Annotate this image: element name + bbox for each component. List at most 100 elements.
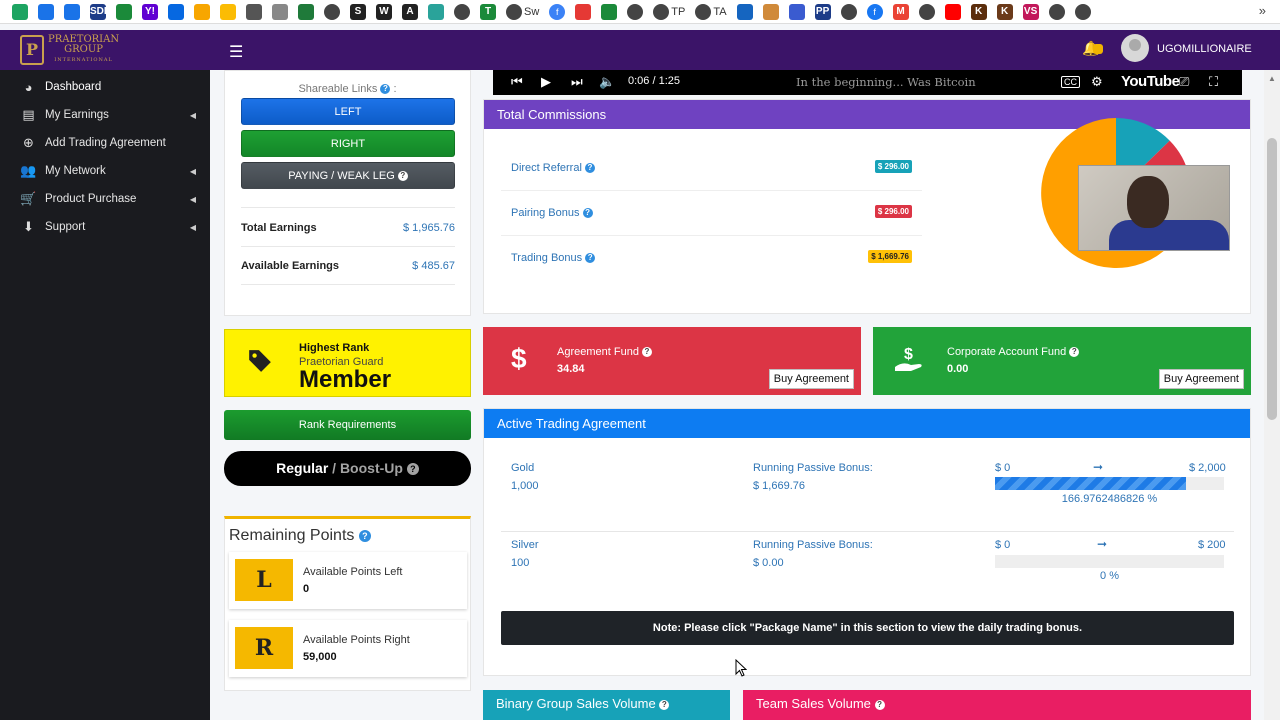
yahoo-icon[interactable]: Y! xyxy=(142,3,158,20)
running-bonus-value: $ 1,669.76 xyxy=(753,480,805,492)
globe-icon[interactable]: TA xyxy=(695,3,727,20)
drive-icon[interactable] xyxy=(12,3,28,20)
arrow-right-icon: ➞ xyxy=(1097,537,1108,551)
available-earnings-value: $ 485.67 xyxy=(412,260,455,272)
sidebar-item-dashboard[interactable]: ◕ Dashboard xyxy=(0,73,210,101)
buy-agreement-button[interactable]: Buy Agreement xyxy=(768,369,854,389)
pp-icon[interactable]: PP xyxy=(814,3,831,20)
globe-icon[interactable] xyxy=(324,3,340,20)
flower-icon[interactable] xyxy=(762,3,779,20)
next-icon[interactable]: ⏭ xyxy=(571,74,583,90)
right-link-button[interactable]: RIGHT xyxy=(241,130,455,157)
k-icon[interactable]: K xyxy=(970,3,987,20)
help-icon[interactable]: ? xyxy=(659,699,670,710)
trading-bonus-link[interactable]: Trading Bonus ? xyxy=(511,252,596,264)
photo-icon[interactable] xyxy=(428,3,444,20)
ads-icon[interactable] xyxy=(220,3,236,20)
globe-icon[interactable] xyxy=(1074,3,1091,20)
plus-green-icon[interactable] xyxy=(116,3,132,20)
layers-icon[interactable] xyxy=(246,3,262,20)
globe-icon[interactable] xyxy=(454,3,470,20)
running-bonus-label: Running Passive Bonus: xyxy=(753,539,873,551)
sidebar-item-label: Product Purchase xyxy=(45,193,137,205)
sidebar-item-product-purchase[interactable]: 🛒 Product Purchase ◀ xyxy=(0,185,210,213)
volume-icon[interactable]: 🔈 xyxy=(599,74,615,90)
username[interactable]: UGOMILLIONAIRE xyxy=(1157,43,1252,55)
package-name-link[interactable]: Gold xyxy=(511,462,534,474)
more-bookmarks-icon[interactable]: » xyxy=(1259,3,1266,18)
sdd-icon[interactable]: SDD xyxy=(90,3,111,20)
points-right-label: Available Points Right xyxy=(303,634,410,646)
vs-icon[interactable]: VS xyxy=(1022,3,1039,20)
fullscreen-icon[interactable]: ⛶ xyxy=(1209,74,1218,90)
progress-bar xyxy=(995,477,1224,490)
paying-weak-leg-button[interactable]: PAYING / WEAK LEG ? xyxy=(241,162,455,189)
help-icon[interactable]: ? xyxy=(874,699,885,710)
commissions-card: Total Commissions Direct Referral ? $ 29… xyxy=(483,99,1251,314)
globe-icon[interactable]: Sw xyxy=(506,3,539,20)
cloud-icon[interactable] xyxy=(38,3,54,20)
t-icon[interactable]: T xyxy=(480,3,496,20)
a-icon[interactable]: A xyxy=(402,3,418,20)
previous-icon[interactable]: ⏮ xyxy=(511,74,523,90)
buy-agreement-button[interactable]: Buy Agreement xyxy=(1158,369,1244,389)
package-name-link[interactable]: Silver xyxy=(511,539,539,551)
agreement-fund-card: $ Agreement Fund ? 34.84 Buy Agreement xyxy=(483,327,861,395)
pillars-icon[interactable] xyxy=(298,3,314,20)
scrollbar-thumb[interactable] xyxy=(1267,138,1277,420)
f-circle-icon[interactable]: f xyxy=(549,3,566,20)
plus-green-icon[interactable] xyxy=(601,3,618,20)
agreement-fund-label: Agreement Fund ? xyxy=(557,346,652,358)
k-icon[interactable]: K xyxy=(996,3,1013,20)
gmail-icon[interactable]: M xyxy=(892,3,909,20)
play-icon[interactable]: ▶ xyxy=(541,74,551,90)
w-icon[interactable]: W xyxy=(376,3,392,20)
globe-icon[interactable] xyxy=(627,3,644,20)
scroll-up-icon[interactable]: ▲ xyxy=(1268,74,1276,83)
settings-icon[interactable]: ⚙ xyxy=(1091,74,1103,90)
caret-left-icon: ◀ xyxy=(189,194,196,204)
logo[interactable]: P PRAETORIAN GROUP INTERNATIONAL xyxy=(0,30,130,70)
help-icon[interactable]: ? xyxy=(380,84,391,95)
globe-icon[interactable]: TP xyxy=(653,3,685,20)
page-scrollbar[interactable]: ▲ xyxy=(1264,70,1280,720)
active-trading-card: Active Trading Agreement Gold 1,000 Runn… xyxy=(483,408,1251,676)
sidebar-item-my-network[interactable]: 👥 My Network ◀ xyxy=(0,157,210,185)
globe-icon[interactable] xyxy=(1048,3,1065,20)
menu-toggle-icon[interactable]: ☰ xyxy=(229,42,243,62)
left-link-button[interactable]: LEFT xyxy=(241,98,455,125)
plane-icon[interactable] xyxy=(788,3,805,20)
captions-icon[interactable]: CC xyxy=(1061,76,1080,88)
pie-icon[interactable] xyxy=(194,3,210,20)
divider xyxy=(241,207,455,208)
mouse-cursor-icon xyxy=(735,659,747,677)
chart-icon[interactable] xyxy=(736,3,753,20)
rank-requirements-button[interactable]: Rank Requirements xyxy=(224,410,471,440)
avatar[interactable] xyxy=(1121,34,1149,62)
s-icon[interactable]: S xyxy=(350,3,366,20)
progress-min: $ 0 xyxy=(995,462,1011,474)
available-earnings-row: Available Earnings $ 485.67 xyxy=(241,260,455,272)
sidebar-item-support[interactable]: ⬇ Support ◀ xyxy=(0,213,210,241)
sidebar-item-label: My Earnings xyxy=(45,109,109,121)
help-icon[interactable]: ? xyxy=(358,529,371,542)
rank-title: Highest Rank xyxy=(299,342,370,354)
sidebar-item-my-earnings[interactable]: ▤ My Earnings ◀ xyxy=(0,101,210,129)
earnings-card: Shareable Links ? : LEFT RIGHT PAYING / … xyxy=(224,70,471,316)
sidebar-item-add-trading-agreement[interactable]: ⊕ Add Trading Agreement xyxy=(0,129,210,157)
trading-bonus-badge: $ 1,669.76 xyxy=(868,250,912,263)
gear-apps-icon[interactable] xyxy=(64,3,80,20)
download-icon[interactable] xyxy=(575,3,592,20)
cast-icon[interactable]: ⎚ xyxy=(1179,74,1189,90)
regular-boost-toggle[interactable]: Regular / Boost-Up ? xyxy=(224,451,471,486)
youtube-logo[interactable]: YouTube xyxy=(1121,73,1180,90)
swirl-icon[interactable] xyxy=(272,3,288,20)
pairing-bonus-link[interactable]: Pairing Bonus ? xyxy=(511,207,593,219)
direct-referral-link[interactable]: Direct Referral ? xyxy=(511,162,595,174)
facebook-icon[interactable]: f xyxy=(866,3,883,20)
youtube-icon[interactable] xyxy=(944,3,961,20)
globe-icon[interactable] xyxy=(840,3,857,20)
globe-icon[interactable] xyxy=(918,3,935,20)
infinity-icon[interactable] xyxy=(168,3,184,20)
video-player[interactable]: ⏮ ▶ ⏭ 🔈 0:06 / 1:25 In the beginning... … xyxy=(493,70,1242,95)
